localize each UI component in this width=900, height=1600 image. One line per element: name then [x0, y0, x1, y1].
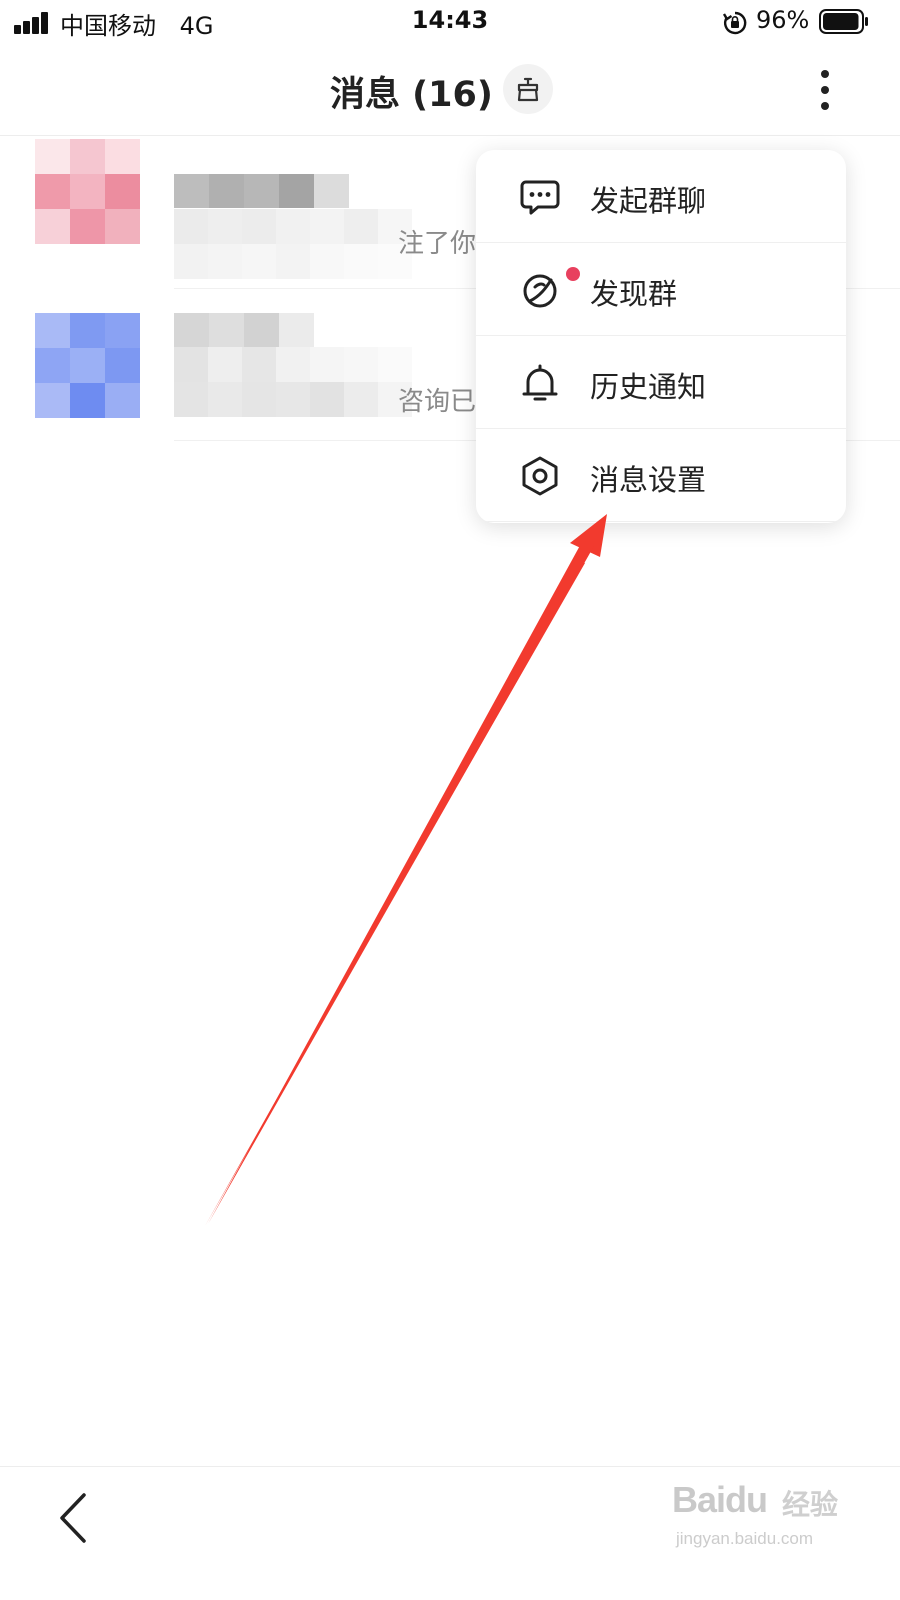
more-vertical-icon [821, 70, 829, 78]
contact-name-blurred [174, 313, 314, 347]
planet-icon [523, 274, 557, 308]
message-preview-blurred [174, 209, 412, 279]
new-badge-dot [566, 267, 580, 281]
battery-icon [819, 9, 868, 34]
hexagon-settings-icon [522, 456, 558, 496]
avatar [35, 313, 140, 418]
message-preview-blurred [174, 347, 412, 417]
menu-label: 发现群 [590, 277, 678, 311]
navigation-bar: 消息 (16) [0, 44, 900, 136]
chat-bubble-icon [520, 180, 560, 215]
broom-icon [517, 77, 539, 102]
messages-screen: 中国移动 4G 14:43 96% 消息 (16) 注了你 咨询已 发起群聊 发… [0, 0, 900, 1600]
page-title: 消息 (16) [330, 75, 493, 115]
bottom-toolbar: Baidu 经验 jingyan.baidu.com [0, 1466, 900, 1600]
menu-item-discover-groups[interactable]: 发现群 [476, 243, 846, 336]
menu-item-history-notifications[interactable]: 历史通知 [476, 336, 846, 429]
message-preview-text: 注了你 [398, 229, 477, 259]
watermark-product: 经验 [782, 1488, 839, 1521]
rotation-lock-icon [722, 11, 747, 35]
battery-percentage: 96% [756, 6, 810, 34]
clear-unread-button[interactable] [503, 64, 553, 114]
more-options-button[interactable] [806, 64, 846, 116]
watermark-brand: Baidu [672, 1479, 768, 1520]
watermark-url: jingyan.baidu.com [676, 1529, 814, 1548]
menu-item-start-group-chat[interactable]: 发起群聊 [476, 150, 846, 243]
status-bar: 中国移动 4G 14:43 96% [0, 0, 900, 44]
menu-label: 历史通知 [590, 370, 707, 404]
contact-name-blurred [174, 174, 349, 208]
menu-item-message-settings[interactable]: 消息设置 [476, 429, 846, 522]
message-preview-text: 咨询已 [398, 387, 477, 417]
bell-icon [522, 364, 558, 401]
chevron-left-icon [60, 1493, 86, 1543]
menu-label: 发起群聊 [590, 184, 707, 218]
avatar [35, 139, 140, 244]
options-popup-menu: 发起群聊 发现群 历史通知 消息设置 [476, 150, 846, 523]
menu-label: 消息设置 [590, 463, 707, 497]
baidu-jingyan-watermark: Baidu 经验 jingyan.baidu.com [672, 1479, 862, 1559]
back-button[interactable] [50, 1491, 100, 1545]
